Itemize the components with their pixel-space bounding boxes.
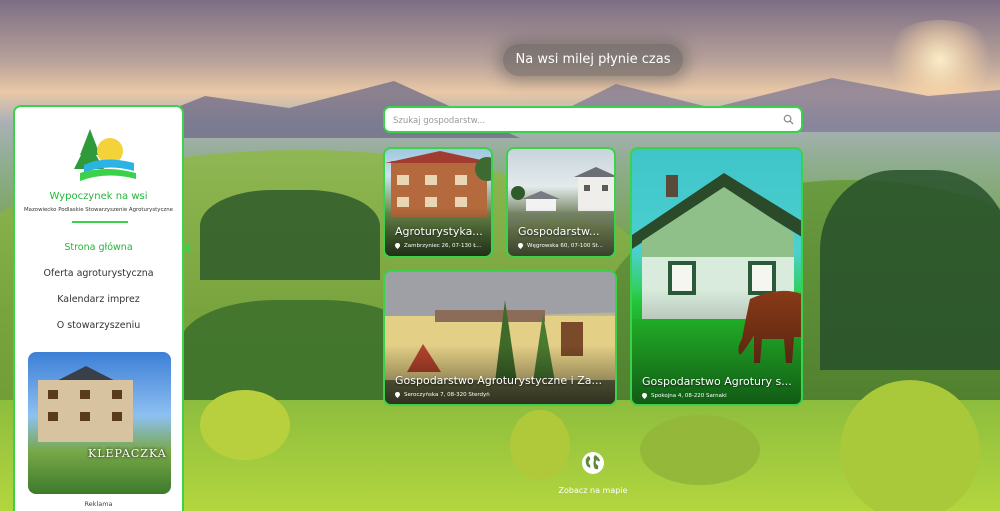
ad-house: [38, 380, 133, 442]
sidebar: Wypoczynek na wsi Mazowiecko Podlaskie S…: [13, 105, 184, 511]
see-on-map-label: Zobacz na mapie: [558, 486, 628, 495]
ad-image-text: KLEPACZKA: [88, 447, 167, 460]
nav-item-offers[interactable]: Oferta agroturystyczna: [15, 261, 182, 287]
brand-name: Wypoczynek na wsi: [49, 191, 148, 202]
bush: [200, 390, 290, 460]
window: [48, 412, 58, 421]
farm-card[interactable]: Gospodarstwo Agrotury s... Spokojna 4, 0…: [630, 147, 803, 406]
card-title: Gospodarstwo Agrotury s...: [642, 375, 792, 388]
map-pin-icon: [395, 392, 400, 398]
search-icon[interactable]: [783, 114, 794, 125]
brand-subtitle: Mazowiecko Podlaskie Stowarzyszenie Agro…: [23, 207, 173, 213]
map-pin-icon: [642, 393, 647, 399]
farm-card[interactable]: Gospodarstw... Węgrowska 60, 07-100 St..…: [506, 147, 616, 258]
bush: [840, 380, 980, 511]
map-pin-icon: [395, 243, 400, 249]
forest: [820, 170, 1000, 370]
card-address: Spokojna 4, 08-220 Sarnaki: [651, 393, 727, 399]
window: [80, 412, 90, 421]
forest: [200, 190, 380, 280]
farm-card[interactable]: Gospodarstwo Agroturystyczne i Za... Ser…: [383, 270, 617, 406]
card-title: Gospodarstw...: [518, 225, 600, 238]
search-input[interactable]: [393, 112, 773, 129]
ad-banner[interactable]: KLEPACZKA: [28, 352, 171, 494]
logo-icon[interactable]: [60, 121, 138, 183]
card-address: Węgrowska 60, 07-100 St...: [527, 243, 604, 249]
map-pin-icon: [518, 243, 523, 249]
card-title: Gospodarstwo Agroturystyczne i Za...: [395, 374, 602, 387]
hero-tagline: Na wsi milej płynie czas: [503, 44, 683, 76]
farm-card[interactable]: Agroturystyka... Zambrzyniec 26, 07-130 …: [383, 147, 493, 258]
sun-glow: [880, 20, 1000, 100]
window: [112, 412, 122, 421]
card-address: Zambrzyniec 26, 07-130 Ł...: [404, 243, 482, 249]
globe-icon: [582, 452, 604, 474]
search-bar[interactable]: [383, 106, 803, 133]
ad-caption: Reklama: [84, 500, 113, 508]
window: [48, 390, 58, 399]
nav-item-about[interactable]: O stowarzyszeniu: [15, 313, 182, 339]
window: [80, 390, 90, 399]
card-title: Agroturystyka...: [395, 225, 483, 238]
see-on-map-link[interactable]: Zobacz na mapie: [553, 451, 633, 497]
nav-item-events[interactable]: Kalendarz imprez: [15, 287, 182, 313]
nav-item-home[interactable]: Strona główna: [15, 235, 182, 261]
window: [112, 390, 122, 399]
card-address: Seroczyńska 7, 08-320 Sterdyń: [404, 392, 490, 398]
bush: [640, 415, 760, 485]
sidebar-nav: Strona główna Oferta agroturystyczna Kal…: [15, 235, 182, 339]
divider: [72, 221, 128, 223]
